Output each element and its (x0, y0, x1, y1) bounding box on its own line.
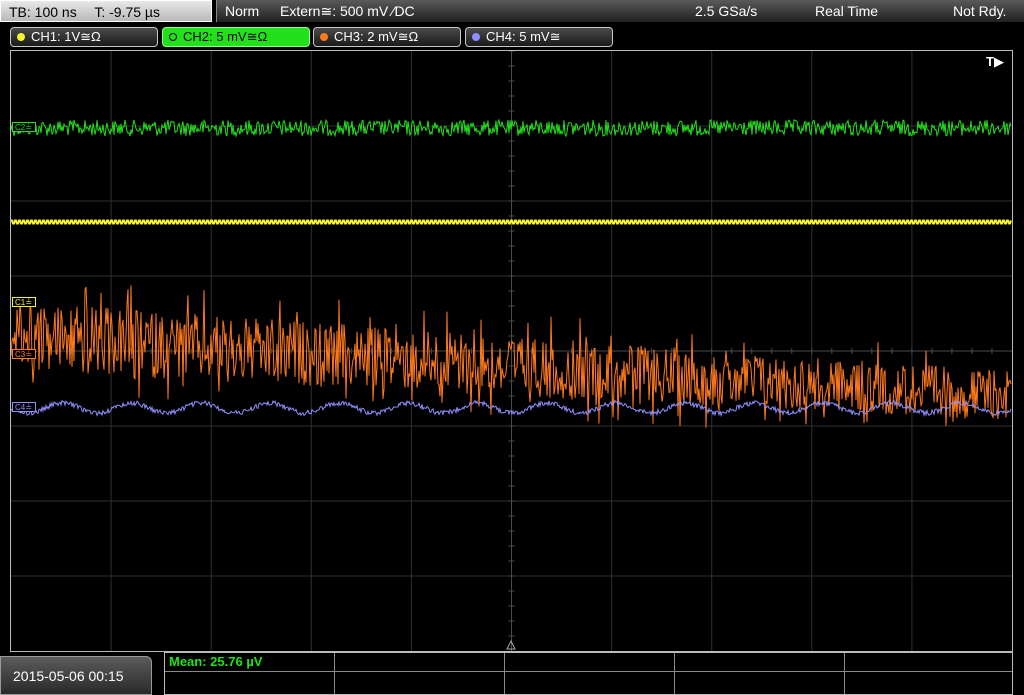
waveform-canvas (11, 51, 1012, 651)
channel-4-button[interactable]: CH4: 5 mV≅ (465, 27, 613, 47)
channel-3-dot-icon (320, 33, 328, 41)
channel-1-offset-marker[interactable]: C1≟ (12, 297, 36, 307)
channel-1-button[interactable]: CH1: 1V≅Ω (10, 27, 158, 47)
channel-3-button[interactable]: CH3: 2 mV≅Ω (313, 27, 461, 47)
channel-4-offset-marker[interactable]: C4≟ (12, 402, 36, 412)
channel-4-label: CH4: 5 mV≅ (486, 29, 561, 44)
channel-4-dot-icon (472, 33, 480, 41)
measurement-cell[interactable] (845, 672, 1012, 694)
measurement-cell[interactable] (335, 653, 505, 672)
trigger-time-value: T: -9.75 µs (94, 4, 160, 20)
date-time: 2015-05-06 00:15 (0, 656, 152, 695)
trigger-marker-icon: T▶ (986, 54, 1004, 69)
channel-3-offset-marker[interactable]: C3≟ (12, 349, 36, 359)
channel-3-label: CH3: 2 mV≅Ω (334, 29, 419, 44)
channel-2-button[interactable]: CH2: 5 mV≅Ω (162, 27, 310, 47)
channel-1-label: CH1: 1V≅Ω (31, 29, 101, 44)
channel-bar: CH1: 1V≅Ω CH2: 5 mV≅Ω CH3: 2 mV≅Ω CH4: 5… (0, 25, 1024, 49)
trigger-mode[interactable]: Norm (225, 0, 259, 22)
channel-1-dot-icon (17, 33, 25, 41)
acquisition-status: Norm Extern≅: 500 mV ⁄DC 2.5 GSa/s Real … (216, 0, 1024, 22)
measurement-table: Mean: 25.76 µV (164, 652, 1013, 695)
bottom-bar: 2015-05-06 00:15 Mean: 25.76 µV (0, 652, 1024, 695)
measurement-mean[interactable]: Mean: 25.76 µV (165, 653, 335, 672)
trigger-status: Not Rdy. (953, 3, 1007, 19)
measurement-cell[interactable] (675, 672, 845, 694)
sample-rate: 2.5 GSa/s (695, 3, 758, 19)
measurement-cell[interactable] (165, 672, 335, 694)
measurement-cell[interactable] (335, 672, 505, 694)
channel-2-dot-icon (169, 33, 177, 41)
channel-2-label: CH2: 5 mV≅Ω (183, 29, 268, 44)
channel-2-offset-marker[interactable]: C2≟ (12, 122, 36, 132)
timebase-value: TB: 100 ns (9, 4, 77, 20)
trigger-source[interactable]: Extern≅: 500 mV ⁄DC (280, 0, 415, 22)
acquisition-mode: Real Time (815, 3, 879, 19)
top-status-bar: TB: 100 ns T: -9.75 µs Norm Extern≅: 500… (0, 0, 1024, 24)
measurement-cell[interactable] (845, 653, 1012, 672)
channel-1-trace (11, 219, 1012, 225)
measurement-cell[interactable] (505, 653, 675, 672)
measurement-cell[interactable] (505, 672, 675, 694)
measurement-cell[interactable] (675, 653, 845, 672)
waveform-display[interactable]: T▶ C2≟ C1≟ C3≟ C4≟ (10, 50, 1013, 652)
timebase-box[interactable]: TB: 100 ns T: -9.75 µs (0, 0, 212, 22)
